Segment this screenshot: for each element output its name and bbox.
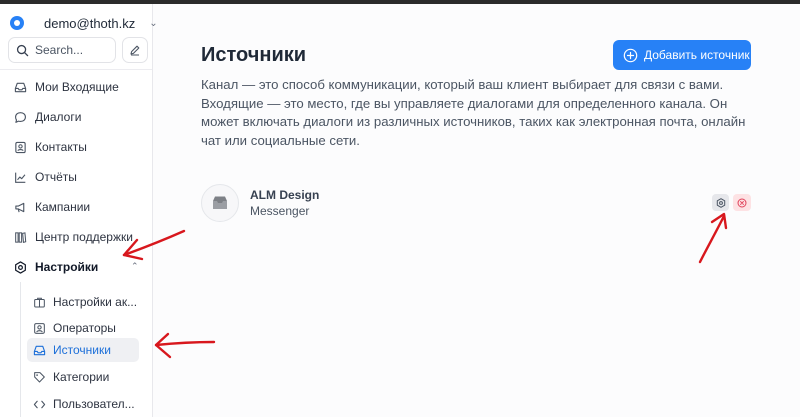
gear-icon [716, 197, 725, 208]
sidebar-divider [0, 69, 152, 70]
sidebar-item-settings[interactable]: Настройки [14, 258, 98, 276]
library-icon [15, 231, 27, 243]
chart-line-icon [15, 172, 26, 183]
inbox-row: ALM Design Messenger [201, 184, 751, 222]
sidebar-subitem-label: Операторы [53, 321, 116, 335]
inbox-avatar [201, 184, 239, 222]
sidebar-subitem-custom-attributes[interactable]: Пользовател... [27, 392, 139, 416]
sidebar: demo@thoth.kz ⌄ Мои Входящие Диалоги Кон… [0, 4, 158, 417]
account-name: demo@thoth.kz [44, 15, 136, 31]
contacts-icon [15, 141, 26, 153]
sidebar-item-contacts[interactable]: Контакты [14, 138, 87, 156]
inbox-settings-button[interactable] [712, 194, 729, 211]
sidebar-item-my-inbox[interactable]: Мои Входящие [14, 78, 119, 96]
sidebar-item-label: Настройки [35, 260, 99, 274]
inbox-name: ALM Design [250, 188, 320, 202]
sidebar-item-label: Контакты [35, 140, 87, 154]
sidebar-item-label: Диалоги [35, 110, 82, 124]
sidebar-subitem-label: Категории [53, 370, 110, 384]
inbox-icon [14, 82, 27, 92]
sidebar-item-label: Мои Входящие [35, 80, 119, 94]
page-description: Канал — это способ коммуникации, который… [201, 77, 746, 148]
sidebar-item-label: Кампании [35, 200, 91, 214]
chevron-down-icon: ⌄ [149, 17, 158, 29]
close-circle-icon [737, 198, 747, 207]
inbox-icon [33, 345, 46, 355]
account-switcher[interactable]: demo@thoth.kz ⌄ [10, 13, 158, 33]
tag-icon [34, 371, 45, 382]
briefcase-icon [34, 297, 45, 307]
sidebar-item-label: Центр поддержки [35, 230, 133, 244]
search-input[interactable] [35, 43, 115, 57]
sidebar-subitem-account-settings[interactable]: Настройки ак... [27, 290, 139, 314]
inbox-tray-icon [213, 196, 227, 209]
sidebar-item-label: Отчёты [35, 170, 77, 184]
agent-icon [34, 322, 45, 334]
search-box[interactable] [8, 37, 116, 63]
code-icon [33, 400, 46, 408]
chat-bubble-icon [15, 111, 26, 123]
sidebar-subitem-agents[interactable]: Операторы [27, 316, 139, 340]
inbox-delete-button[interactable] [733, 194, 751, 211]
sidebar-subitem-label: Источники [53, 343, 111, 357]
page-title: Источники [201, 44, 307, 66]
sidebar-item-help-center[interactable]: Центр поддержки [14, 228, 133, 246]
search-icon [16, 44, 29, 56]
sidebar-item-conversations[interactable]: Диалоги [14, 108, 81, 126]
gear-icon [15, 260, 26, 274]
sidebar-subitem-inboxes[interactable]: Источники [27, 338, 139, 362]
sidebar-item-reports[interactable]: Отчёты [14, 168, 77, 186]
sidebar-subitem-labels[interactable]: Категории [27, 365, 139, 389]
chevron-up-icon[interactable]: ⌃ [131, 261, 139, 272]
plus-circle-icon [623, 48, 638, 62]
annotation-arrow-inboxes [154, 332, 216, 359]
pencil-icon [130, 45, 140, 56]
compose-button[interactable] [122, 37, 148, 63]
sidebar-item-campaigns[interactable]: Кампании [14, 198, 90, 216]
add-inbox-button-label: Добавить источник [644, 48, 750, 62]
settings-subtree-line [20, 282, 21, 417]
add-inbox-button[interactable]: Добавить источник [613, 40, 751, 70]
logo-icon [10, 16, 24, 30]
megaphone-icon [15, 202, 25, 212]
sidebar-subitem-label: Настройки ак... [53, 295, 138, 309]
sidebar-subitem-label: Пользовател... [53, 397, 135, 411]
inbox-channel-type: Messenger [250, 204, 310, 218]
